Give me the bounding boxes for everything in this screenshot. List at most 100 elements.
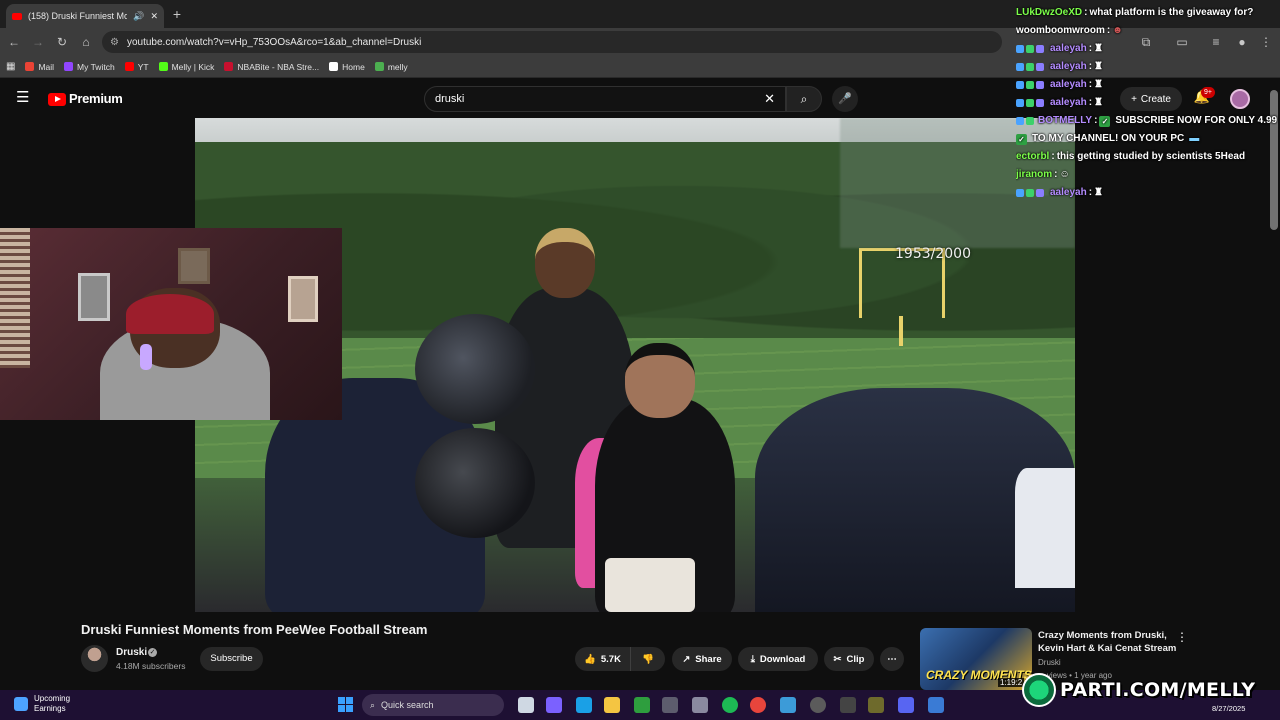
bookmark-my-twitch[interactable]: My Twitch [64,62,115,72]
youtube-logo-icon[interactable] [48,93,66,106]
emote-icon: ♜ [1094,97,1104,108]
nba-icon [224,62,234,71]
bookmark-mail[interactable]: Mail [25,62,54,72]
x-icon [329,62,339,71]
chat-message: woomboomwroom : ☻ [1016,22,1280,40]
badge-icon [1036,99,1044,107]
taskbar-search-placeholder: Quick search [381,700,434,710]
edge-icon[interactable] [576,697,592,713]
back-icon[interactable]: ← [4,32,24,52]
address-bar[interactable]: ⚙ youtube.com/watch?v=vHp_753OOsA&rco=1&… [102,31,1002,53]
recommended-more-icon[interactable]: ⋮ [1176,630,1188,644]
search-button[interactable]: ⌕ [786,86,822,112]
reload-icon[interactable]: ↻ [52,32,72,52]
wall-frame [78,273,110,321]
spotify-icon[interactable] [722,697,738,713]
chrome-icon[interactable] [750,697,766,713]
widgets-button[interactable]: Upcoming Earnings [14,694,70,714]
chat-sep: : [1051,151,1055,162]
youtube-premium-logo[interactable]: Premium [69,91,123,106]
apps-icon[interactable]: ▦ [6,61,15,72]
chat-username: aaleyah [1050,43,1087,54]
taskbar-search[interactable]: ⌕ Quick search [362,694,504,716]
chat-message: aaleyah : ♜ [1016,94,1280,112]
xbox-icon[interactable] [634,697,650,713]
tab-title: (158) Druski Funniest Mome [28,11,128,21]
channel-avatar[interactable] [81,645,108,672]
search-input[interactable]: druski ✕ [424,86,786,112]
youtube-favicon-icon [12,12,22,20]
badge-icon [1016,45,1024,53]
chat-message: BOTMELLY : ✓ SUBSCRIBE NOW FOR ONLY 4.99 [1016,112,1280,130]
audio-icon[interactable]: 🔊 [133,11,144,22]
chat-username: BOTMELLY [1038,115,1093,126]
recommended-video-title[interactable]: Crazy Moments from Druski, Kevin Hart & … [1038,629,1178,655]
chat-text: what platform is the giveaway for? [1089,7,1254,18]
bookmark-label: Melly | Kick [171,61,215,72]
hamburger-menu-icon[interactable]: ☰ [16,89,34,107]
coach-head [535,228,595,298]
forward-icon[interactable]: → [28,32,48,52]
emote-icon: ♜ [1094,61,1104,72]
widget-title: Upcoming [34,694,71,703]
bookmark-melly[interactable]: melly [374,61,408,72]
tab-close-icon[interactable]: ✕ [150,11,158,22]
wall-frame [288,276,318,322]
dislike-button[interactable]: 👎 [631,647,665,671]
store-icon[interactable] [692,697,708,713]
like-button[interactable]: 👍 5.7K [575,647,631,671]
streamer-durag [126,294,214,334]
more-actions-button[interactable]: ⋯ [880,647,904,671]
discord-icon[interactable] [898,697,914,713]
recommended-channel-name[interactable]: Druski [1038,658,1061,667]
obs-icon[interactable] [662,697,678,713]
parti-logo-icon [1022,673,1056,707]
badge-icon [1036,63,1044,71]
emote-icon: ♜ [1094,43,1104,54]
subscribe-button[interactable]: Subscribe [200,647,263,671]
bookmark-nbabite[interactable]: NBABite - NBA Stre... [224,62,319,72]
bookmark-label: melly [387,61,408,72]
chat-username: LUkDwzOeXD [1016,7,1083,18]
app-icon[interactable] [840,697,856,713]
bookmark-yt[interactable]: YT [124,62,149,72]
file-explorer-icon[interactable] [604,697,620,713]
clear-search-icon[interactable]: ✕ [764,91,775,107]
chat-message: LUkDwzOeXD: what platform is the giveawa… [1016,4,1280,22]
chat-sep: : [1084,7,1088,18]
media-player-icon[interactable] [810,697,826,713]
goalpost-stem [899,316,903,346]
app-icon[interactable] [868,697,884,713]
bookmark-label: Mail [38,61,55,72]
more-horizontal-icon: ⋯ [887,653,897,665]
webcam-overlay [0,228,342,420]
chat-username: aaleyah [1050,79,1087,90]
badge-icon [1026,63,1034,71]
share-button[interactable]: ↗ Share [672,647,732,671]
new-tab-button[interactable]: + [168,5,186,23]
app-icon[interactable] [928,697,944,713]
download-button[interactable]: ⤓ Download [738,647,818,671]
download-icon: ⤓ [750,653,755,665]
chat-message: aaleyah : ♜ [1016,76,1280,94]
clip-button[interactable]: ✂ Clip [824,647,874,671]
copilot-icon[interactable] [546,697,562,713]
badge-icon [1036,189,1044,197]
share-label: Share [695,653,722,665]
wall-frame [178,248,210,284]
home-icon[interactable]: ⌂ [76,32,96,52]
bookmark-melly-kick[interactable]: Melly | Kick [158,61,215,72]
parti-banner: PARTI.COM/MELLY [1022,670,1280,710]
windows-start-icon[interactable] [338,697,353,712]
bookmark-label: NBABite - NBA Stre... [237,61,320,72]
search-query: druski [435,93,465,105]
channel-name[interactable]: Druski [116,647,147,658]
bookmark-home[interactable]: Home [329,62,365,72]
task-view-icon[interactable] [518,697,534,713]
voice-search-icon[interactable]: 🎤 [832,86,858,112]
site-info-icon[interactable]: ⚙ [110,37,119,48]
badge-icon [1016,81,1024,89]
app-icon[interactable] [780,697,796,713]
badge-icon [1026,189,1034,197]
browser-tab[interactable]: (158) Druski Funniest Mome 🔊 ✕ [6,4,164,28]
